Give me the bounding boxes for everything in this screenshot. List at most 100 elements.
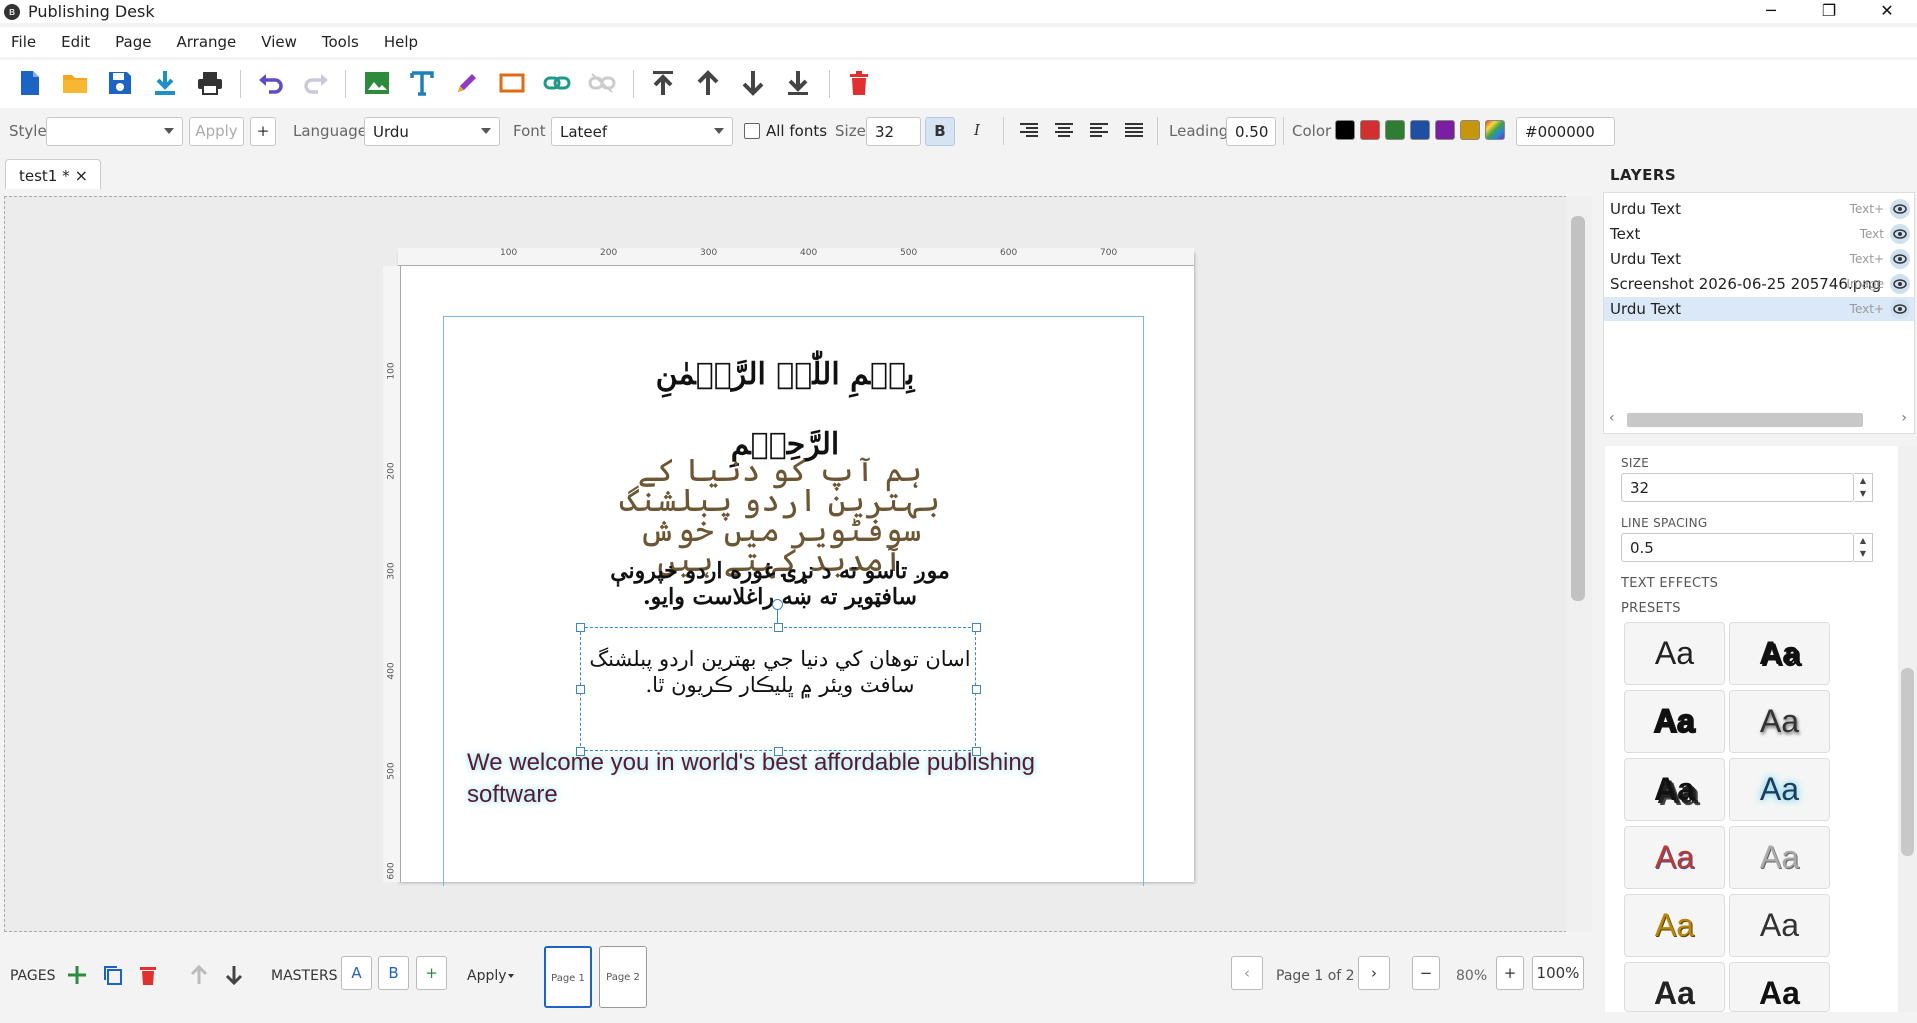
menu-tools[interactable]: Tools [322, 33, 359, 51]
resize-handle[interactable] [774, 623, 783, 632]
scrollbar-thumb[interactable] [1571, 216, 1585, 601]
preset-extra-1[interactable]: Aa [1624, 962, 1725, 1012]
menu-file[interactable]: File [11, 33, 36, 51]
apply-style-button[interactable]: Apply [189, 117, 244, 146]
close-window-button[interactable]: ✕ [1858, 0, 1916, 23]
send-backward-icon[interactable] [735, 65, 771, 101]
english-text-block[interactable]: We welcome you in world's best affordabl… [467, 747, 1067, 811]
scroll-right-icon[interactable]: › [1901, 410, 1907, 426]
open-folder-icon[interactable] [57, 65, 93, 101]
insert-image-icon[interactable] [359, 65, 395, 101]
color-swatch-gold[interactable] [1460, 120, 1480, 140]
resize-handle[interactable] [972, 623, 981, 632]
resize-handle[interactable] [774, 747, 783, 756]
delete-icon[interactable] [841, 65, 877, 101]
align-left-icon[interactable] [1088, 122, 1110, 144]
all-fonts-checkbox[interactable] [744, 123, 760, 139]
bring-forward-icon[interactable] [690, 65, 726, 101]
move-page-up-icon[interactable] [189, 964, 209, 990]
preset-gold[interactable]: Aa [1624, 894, 1725, 957]
eye-icon[interactable] [1890, 249, 1910, 269]
rotate-handle[interactable] [772, 599, 783, 610]
maximize-button[interactable]: ❐ [1800, 0, 1858, 23]
move-page-down-icon[interactable] [224, 964, 244, 990]
eye-icon[interactable] [1890, 299, 1910, 319]
link-icon[interactable] [539, 65, 575, 101]
layer-row[interactable]: Urdu Text Text+ [1604, 197, 1914, 221]
prev-page-button[interactable]: ‹ [1231, 956, 1263, 990]
add-master-button[interactable]: + [416, 956, 447, 990]
next-page-button[interactable]: › [1358, 956, 1390, 990]
resize-handle[interactable] [576, 685, 585, 694]
tab-test1[interactable]: test1 * × [5, 159, 101, 189]
menu-edit[interactable]: Edit [61, 33, 90, 51]
preset-bold-shadow[interactable]: Aa [1729, 622, 1830, 685]
master-b-button[interactable]: B [378, 956, 409, 990]
layer-row[interactable]: Text Text [1604, 222, 1914, 246]
layer-row[interactable]: Urdu Text Text+ [1604, 247, 1914, 271]
italic-button[interactable]: I [962, 117, 992, 146]
preset-gradient[interactable]: Aa [1624, 826, 1725, 889]
eye-icon[interactable] [1890, 274, 1910, 294]
color-swatch-red[interactable] [1360, 120, 1380, 140]
layer-row-selected[interactable]: Urdu Text Text+ [1604, 297, 1914, 321]
zoom-100-button[interactable]: 100% [1532, 956, 1584, 990]
resize-handle[interactable] [972, 685, 981, 694]
urdu-text-block[interactable]: ہم آپ کو دنیا کے بہترین اردو پبلشنگ سوفٹ… [600, 454, 960, 576]
insert-rectangle-icon[interactable] [494, 65, 530, 101]
print-icon[interactable] [192, 65, 228, 101]
resize-handle[interactable] [972, 747, 981, 756]
scrollbar-thumb[interactable] [1627, 413, 1863, 427]
draw-pen-icon[interactable] [449, 65, 485, 101]
color-swatch-purple[interactable] [1435, 120, 1455, 140]
minimize-button[interactable]: ─ [1742, 0, 1800, 23]
master-a-button[interactable]: A [341, 956, 372, 990]
preset-heavy[interactable]: Aa [1624, 690, 1725, 753]
resize-handle[interactable] [576, 747, 585, 756]
add-style-button[interactable]: + [250, 117, 276, 146]
properties-scrollbar[interactable] [1898, 446, 1917, 1012]
style-select[interactable] [46, 117, 183, 146]
align-right-icon[interactable] [1018, 122, 1040, 144]
apply-master-dropdown[interactable]: Apply [467, 968, 507, 984]
preset-outline[interactable]: Aa [1729, 894, 1830, 957]
insert-text-icon[interactable] [404, 65, 440, 101]
delete-page-icon[interactable] [138, 964, 158, 990]
language-select[interactable]: Urdu [364, 117, 500, 146]
preset-extra-2[interactable]: Aa [1729, 962, 1830, 1012]
scroll-left-icon[interactable]: ‹ [1609, 410, 1615, 426]
size-input[interactable]: 32 [866, 117, 921, 146]
layers-horizontal-scrollbar[interactable]: ‹ › [1603, 404, 1915, 434]
save-icon[interactable] [102, 65, 138, 101]
selection-box[interactable] [580, 627, 976, 751]
menu-page[interactable]: Page [115, 33, 151, 51]
resize-handle[interactable] [576, 623, 585, 632]
preset-glow[interactable]: Aa [1729, 758, 1830, 821]
preset-silver[interactable]: Aa [1729, 826, 1830, 889]
preset-plain[interactable]: Aa [1624, 622, 1725, 685]
page-thumbnail-1[interactable]: Page 1 [544, 946, 592, 1008]
layer-row[interactable]: Screenshot 2026-06-25 205746.png Image [1604, 272, 1914, 296]
new-file-icon[interactable] [12, 65, 48, 101]
align-justify-icon[interactable] [1123, 122, 1145, 144]
unlink-icon[interactable] [584, 65, 620, 101]
zoom-out-button[interactable]: − [1412, 956, 1440, 990]
undo-icon[interactable] [253, 65, 289, 101]
page-thumbnail-2[interactable]: Page 2 [599, 946, 647, 1008]
export-icon[interactable] [147, 65, 183, 101]
menu-arrange[interactable]: Arrange [177, 33, 237, 51]
redo-icon[interactable] [298, 65, 334, 101]
add-page-icon[interactable] [66, 964, 88, 990]
bismillah-image[interactable]: بِسۡمِ اللّٰہِ الرَّحۡمٰنِ الرَّحِیۡمِ [625, 340, 945, 462]
menu-view[interactable]: View [261, 33, 297, 51]
size-stepper[interactable]: ▲ ▼ [1854, 473, 1873, 502]
color-swatch-black[interactable] [1335, 120, 1355, 140]
send-to-back-icon[interactable] [780, 65, 816, 101]
leading-input[interactable]: 0.50 [1226, 117, 1276, 146]
size-prop-input[interactable]: 32 [1621, 473, 1854, 502]
eye-icon[interactable] [1890, 199, 1910, 219]
line-spacing-stepper[interactable]: ▲ ▼ [1854, 533, 1873, 562]
font-select[interactable]: Lateef [551, 117, 733, 146]
bring-to-front-icon[interactable] [645, 65, 681, 101]
tab-close-icon[interactable]: × [75, 166, 88, 185]
